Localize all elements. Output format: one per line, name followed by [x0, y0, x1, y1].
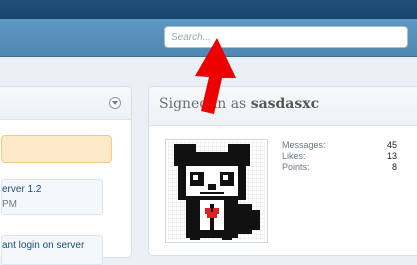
- stat-value[interactable]: 8: [392, 162, 397, 172]
- thread-item[interactable]: ant login on server: [1, 235, 103, 265]
- forum-panel: erver 1.2 PM ant login on server: [0, 86, 132, 265]
- stat-row-messages: Messages: 45: [282, 140, 397, 151]
- thread-title[interactable]: ant login on server: [2, 240, 84, 251]
- thread-meta: PM: [2, 199, 17, 210]
- stat-value[interactable]: 45: [387, 140, 397, 150]
- username-link[interactable]: sasdasxc: [251, 96, 319, 112]
- account-panel-header: Signed in as sasdasxc: [149, 87, 417, 126]
- member-stats: Messages: 45 Likes: 13 Points: 8: [282, 140, 397, 173]
- panda-avatar-icon: [168, 142, 265, 240]
- signed-in-prefix: Signed in as: [159, 96, 247, 112]
- thread-item[interactable]: erver 1.2 PM: [1, 179, 103, 215]
- signed-in-heading: Signed in as sasdasxc: [159, 96, 319, 112]
- notice-bar: [1, 135, 112, 163]
- stat-label: Points:: [282, 162, 310, 172]
- top-bar: [0, 0, 417, 19]
- thread-title[interactable]: erver 1.2: [2, 184, 41, 195]
- stat-row-points: Points: 8: [282, 162, 397, 173]
- stat-label: Messages:: [282, 140, 326, 150]
- stat-row-likes: Likes: 13: [282, 151, 397, 162]
- stat-label: Likes:: [282, 151, 306, 161]
- avatar[interactable]: [165, 139, 268, 243]
- search-input[interactable]: [164, 26, 408, 48]
- forum-panel-header: [0, 87, 131, 120]
- chevron-down-icon[interactable]: [109, 97, 121, 109]
- stat-value[interactable]: 13: [387, 151, 397, 161]
- account-panel: Signed in as sasdasxc Messages: 45 Likes…: [148, 86, 417, 256]
